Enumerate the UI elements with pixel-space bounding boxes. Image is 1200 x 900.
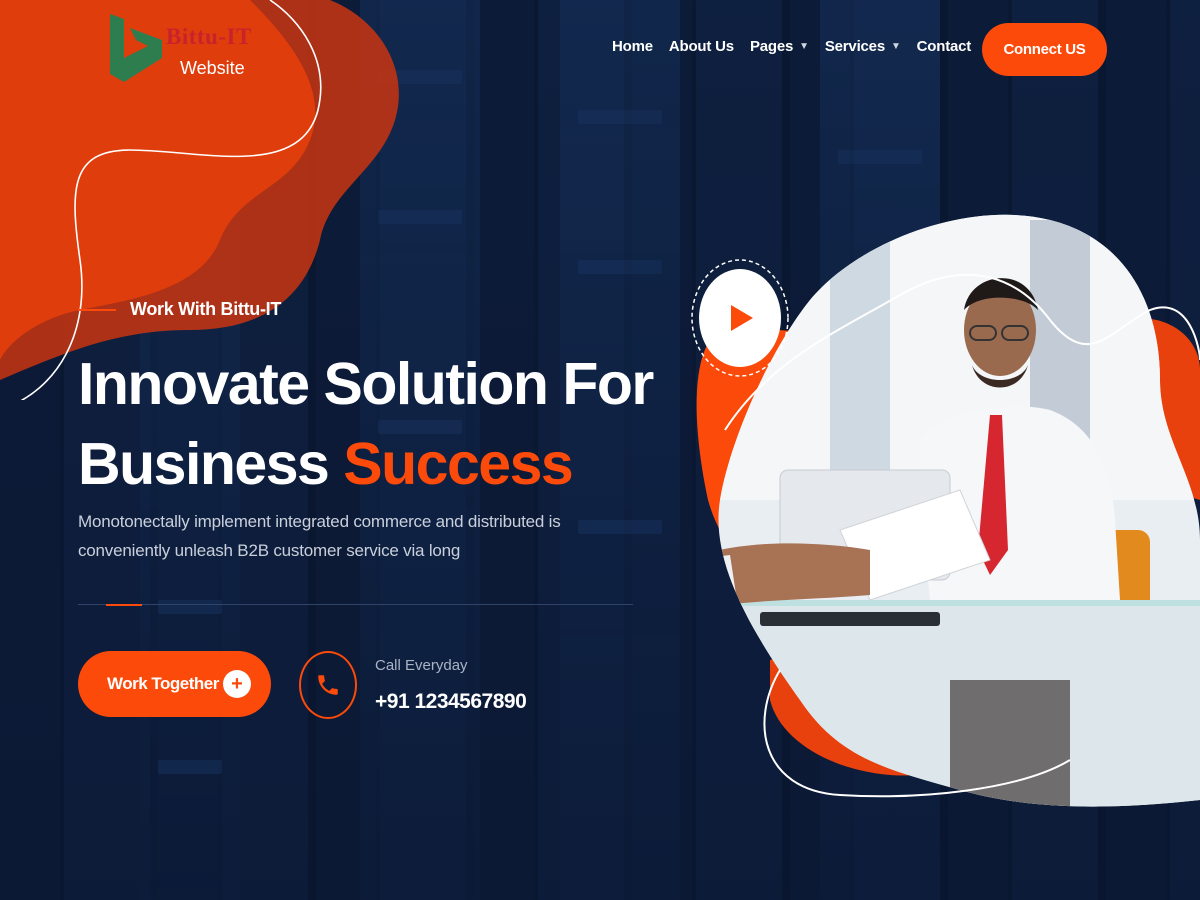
nav-label: Services (824, 38, 885, 55)
play-icon (691, 259, 789, 377)
nav-label: Pages (749, 38, 794, 55)
phone-icon[interactable] (299, 651, 357, 719)
call-number[interactable]: +91 1234567890 (375, 690, 527, 714)
work-together-button[interactable]: Work Together + (78, 651, 271, 717)
divider-accent (106, 604, 142, 606)
hero-title-plain: Business (78, 431, 344, 497)
nav-item-about-us[interactable]: About Us (669, 38, 734, 55)
hero-title-line1: Innovate Solution For (78, 351, 654, 417)
nav-item-home[interactable]: Home (612, 38, 653, 55)
work-together-label: Work Together (107, 674, 219, 693)
hero-eyebrow: Work With Bittu-IT (78, 299, 281, 320)
hero-title-line2: Business Success (78, 424, 678, 504)
logo-subtitle: Website (180, 58, 245, 78)
hero-description: Monotonectally implement integrated comm… (78, 512, 561, 560)
chevron-down-icon: ▼ (890, 41, 901, 52)
connect-us-button[interactable]: Connect US (982, 23, 1107, 76)
nav-item-services[interactable]: Services ▼ (825, 38, 901, 55)
nav-label: About Us (668, 38, 734, 55)
site-logo[interactable]: Bittu-IT Website (106, 10, 276, 90)
hero-title: Innovate Solution For Business Success (78, 344, 678, 504)
hero-title-accent: Success (343, 431, 573, 497)
nav-item-contact[interactable]: Contact (916, 38, 972, 55)
call-label: Call Everyday (375, 657, 468, 674)
plus-icon: + (223, 670, 251, 698)
nav-label: Contact (916, 38, 972, 55)
logo-title: Bittu-IT (166, 24, 252, 49)
eyebrow-text: Work With Bittu-IT (130, 299, 282, 319)
nav-label: Home (612, 38, 653, 55)
phone-glyph (318, 675, 338, 695)
eyebrow-line (78, 308, 116, 311)
chevron-down-icon: ▼ (799, 41, 809, 52)
bing-b-logo-icon (110, 14, 162, 82)
hero-divider (78, 604, 633, 606)
main-nav: Home About Us Pages ▼ Services ▼ Contact (612, 38, 987, 55)
nav-item-pages[interactable]: Pages ▼ (750, 38, 809, 55)
play-video-button[interactable] (690, 258, 790, 378)
